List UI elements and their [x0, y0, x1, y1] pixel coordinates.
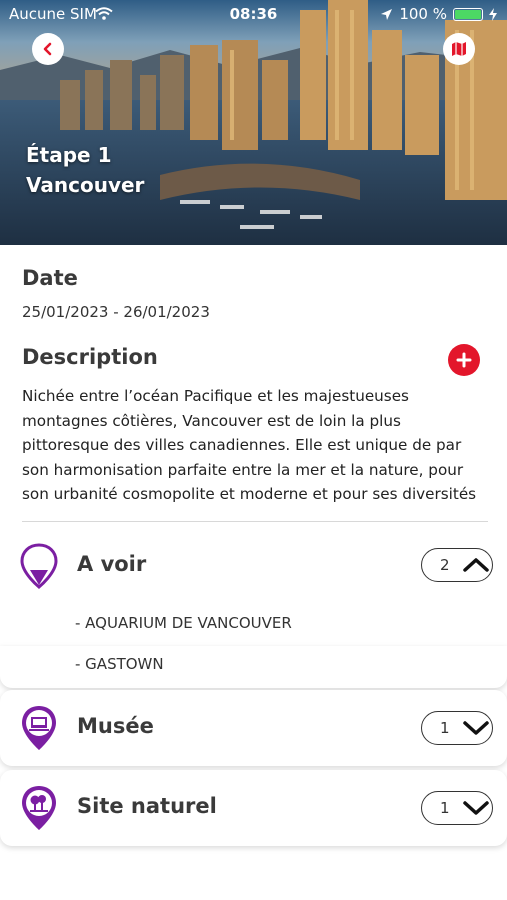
- map-button[interactable]: [443, 33, 475, 65]
- description-line: son urbanité cosmopolite et moderne et p…: [22, 485, 477, 503]
- description-line: Nichée entre l’océan Pacifique et les ma…: [22, 387, 409, 405]
- battery-icon: [453, 7, 483, 21]
- museum-icon: [22, 706, 56, 750]
- category-count-toggle[interactable]: 1: [421, 711, 493, 745]
- category-a-voir-card: - GASTOWN: [0, 646, 507, 688]
- category-label: Site naturel: [77, 794, 217, 818]
- category-label: Musée: [77, 714, 154, 738]
- status-bar: Aucune SIM 08:36 100 %: [0, 0, 507, 30]
- vancouver-skyline-image: [0, 0, 507, 245]
- category-label: A voir: [77, 552, 147, 576]
- city-label: Vancouver: [26, 173, 145, 197]
- description-line: pittoresque des villes canadiennes. Elle…: [22, 436, 462, 454]
- nature-icon: [22, 786, 56, 830]
- hero-image: Aucune SIM 08:36 100 % Étape 1 Vancouver: [0, 0, 507, 245]
- back-button[interactable]: [32, 33, 64, 65]
- description-line: son harmonisation parfaite entre la mer …: [22, 460, 464, 479]
- date-heading: Date: [22, 266, 78, 290]
- hero-title: Étape 1 Vancouver: [26, 140, 144, 200]
- description-text: Nichée entre l’océan Pacifique et les ma…: [22, 384, 490, 507]
- chevron-down-icon: [463, 801, 489, 815]
- map-icon: [452, 42, 466, 56]
- chevron-down-icon: [463, 721, 489, 735]
- list-item[interactable]: - GASTOWN: [75, 655, 164, 673]
- description-line: montagnes côtières, Vancouver est de loi…: [22, 411, 401, 430]
- location-arrow-icon: [381, 8, 393, 20]
- divider: [22, 521, 488, 522]
- description-heading: Description: [22, 345, 158, 369]
- category-count: 1: [440, 799, 450, 817]
- chevron-up-icon: [463, 558, 489, 572]
- battery-percent: 100 %: [399, 5, 447, 23]
- add-description-button[interactable]: [448, 344, 480, 376]
- plus-icon: [456, 352, 472, 368]
- location-pin-icon: [20, 543, 58, 589]
- category-count: 2: [440, 556, 450, 574]
- charging-icon: [489, 7, 497, 21]
- category-site-naturel[interactable]: Site naturel 1: [0, 770, 507, 846]
- category-count-toggle[interactable]: 1: [421, 791, 493, 825]
- step-label: Étape 1: [26, 143, 112, 167]
- list-item[interactable]: - AQUARIUM DE VANCOUVER: [75, 614, 292, 632]
- category-count: 1: [440, 719, 450, 737]
- date-range: 25/01/2023 - 26/01/2023: [22, 303, 210, 321]
- back-chevron-icon: [43, 42, 52, 56]
- category-count-toggle[interactable]: 2: [421, 548, 493, 582]
- category-musee[interactable]: Musée 1: [0, 690, 507, 766]
